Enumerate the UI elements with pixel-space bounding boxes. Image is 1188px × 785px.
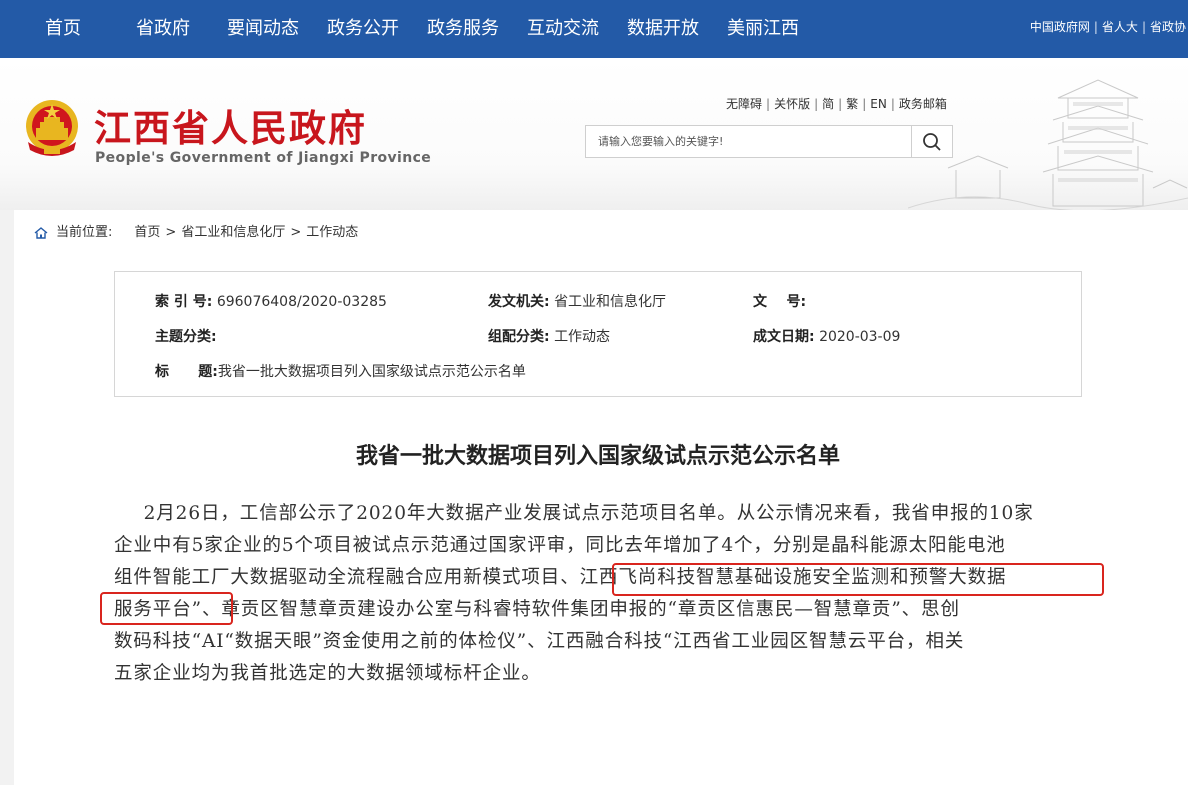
- national-emblem-logo: [26, 100, 78, 156]
- link-english[interactable]: EN: [870, 97, 887, 111]
- breadcrumb-current[interactable]: 工作动态: [306, 225, 358, 240]
- nav-item-beautiful-jiangxi[interactable]: 美丽江西: [727, 0, 799, 58]
- nav-item-provincial-government[interactable]: 省政府: [136, 0, 190, 58]
- link-government-mailbox[interactable]: 政务邮箱: [899, 97, 947, 111]
- breadcrumb: 当前位置: 首页 > 省工业和信息化厅 > 工作动态: [34, 221, 358, 240]
- article-line: 2月26日，工信部公示了2020年大数据产业发展试点示范项目名单。从公示情况来看…: [143, 503, 1034, 524]
- meta-title: 标 题:我省一批大数据项目列入国家级试点示范公示名单: [155, 364, 526, 380]
- article-line: 服务平台”、章贡区智慧章贡建设办公室与科睿特软件集团申报的“章贡区信惠民—智慧章…: [114, 599, 960, 620]
- utility-links: 无障碍 | 关怀版 | 简 | 繁 | EN | 政务邮箱: [726, 97, 947, 111]
- breadcrumb-separator: >: [290, 225, 302, 240]
- nav-item-open-data[interactable]: 数据开放: [627, 0, 699, 58]
- search-icon: [923, 132, 941, 151]
- highlight-annotation-box: [100, 592, 233, 625]
- meta-category: 组配分类: 工作动态: [488, 329, 611, 345]
- meta-topic: 主题分类:: [155, 329, 217, 345]
- link-provincial-cppcc[interactable]: 省政协: [1150, 20, 1186, 34]
- link-traditional-chinese[interactable]: 繁: [846, 97, 858, 111]
- meta-issuer: 发文机关: 省工业和信息化厅: [488, 294, 667, 310]
- nav-item-news[interactable]: 要闻动态: [227, 0, 299, 58]
- article-title: 我省一批大数据项目列入国家级试点示范公示名单: [355, 444, 840, 469]
- top-navigation-bar: 首页 省政府 要闻动态 政务公开 政务服务 互动交流 数据开放 美丽江西 中国政…: [0, 0, 1188, 58]
- meta-index-number: 索 引 号: 696076408/2020-03285: [155, 294, 387, 310]
- home-icon: [34, 226, 48, 239]
- nav-item-government-disclosure[interactable]: 政务公开: [327, 0, 399, 58]
- nav-item-government-services[interactable]: 政务服务: [427, 0, 499, 58]
- link-china-gov[interactable]: 中国政府网: [1030, 20, 1090, 34]
- link-elderly-mode[interactable]: 关怀版: [774, 97, 810, 111]
- breadcrumb-separator: >: [165, 225, 177, 240]
- link-provincial-congress[interactable]: 省人大: [1102, 20, 1138, 34]
- link-simplified-chinese[interactable]: 简: [822, 97, 834, 111]
- meta-document-number: 文 号:: [753, 294, 807, 310]
- nav-item-interaction[interactable]: 互动交流: [527, 0, 599, 58]
- meta-date: 成文日期: 2020-03-09: [753, 329, 901, 345]
- breadcrumb-department[interactable]: 省工业和信息化厅: [181, 225, 285, 240]
- article-line: 企业中有5家企业的5个项目被试点示范通过国家评审，同比去年增加了4个，分别是晶科…: [114, 535, 1006, 556]
- document-metadata-box: 索 引 号: 696076408/2020-03285 发文机关: 省工业和信息…: [114, 271, 1082, 397]
- link-accessibility[interactable]: 无障碍: [726, 97, 762, 111]
- breadcrumb-home[interactable]: 首页: [134, 225, 160, 240]
- site-subtitle: People's Government of Jiangxi Province: [95, 150, 432, 166]
- site-title: 江西省人民政府: [94, 106, 367, 150]
- search-button[interactable]: [911, 126, 952, 157]
- external-links: 中国政府网 | 省人大 | 省政协: [1029, 20, 1186, 34]
- article-line: 五家企业均为我首批选定的大数据领域标杆企业。: [114, 663, 541, 684]
- search-input[interactable]: [586, 126, 913, 157]
- nav-item-home[interactable]: 首页: [45, 0, 81, 58]
- search-box: [585, 125, 953, 158]
- highlight-annotation-box: [612, 563, 1104, 596]
- breadcrumb-label: 当前位置:: [56, 225, 113, 240]
- article-line: 数码科技“AI“数据天眼”资金使用之前的体检仪”、江西融合科技“江西省工业园区智…: [114, 631, 965, 652]
